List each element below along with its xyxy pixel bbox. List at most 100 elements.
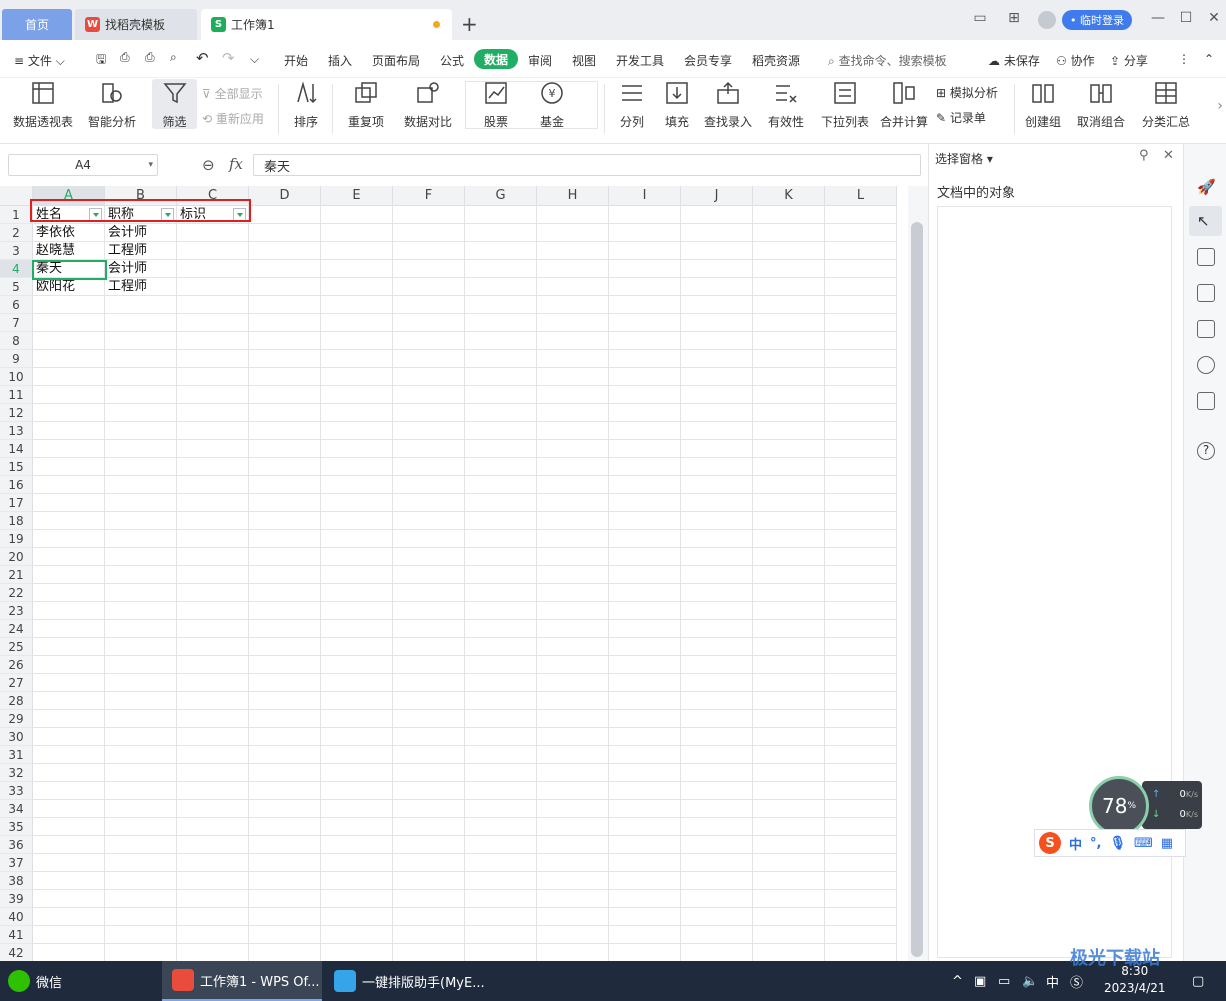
cell-B2[interactable]: 会计师 <box>105 224 177 242</box>
cell-A37[interactable] <box>33 854 105 872</box>
cell-K29[interactable] <box>753 710 825 728</box>
row-header-40[interactable]: 40 <box>0 908 33 926</box>
cell-B16[interactable] <box>105 476 177 494</box>
cell-H3[interactable] <box>537 242 609 260</box>
cell-E17[interactable] <box>321 494 393 512</box>
menu-page-layout[interactable]: 页面布局 <box>372 52 420 69</box>
cell-G35[interactable] <box>465 818 537 836</box>
cell-E13[interactable] <box>321 422 393 440</box>
help-icon[interactable]: ? <box>1197 442 1215 460</box>
cell-K30[interactable] <box>753 728 825 746</box>
cell-C19[interactable] <box>177 530 249 548</box>
cell-J40[interactable] <box>681 908 753 926</box>
cell-F2[interactable] <box>393 224 465 242</box>
cell-F7[interactable] <box>393 314 465 332</box>
cell-L36[interactable] <box>825 836 897 854</box>
cell-L1[interactable] <box>825 206 897 224</box>
row-header-10[interactable]: 10 <box>0 368 33 386</box>
ungroup-button[interactable]: 取消组合 <box>1072 80 1130 130</box>
row-header-30[interactable]: 30 <box>0 728 33 746</box>
cell-B10[interactable] <box>105 368 177 386</box>
convert-icon[interactable] <box>1197 284 1215 302</box>
cell-K9[interactable] <box>753 350 825 368</box>
cell-C4[interactable] <box>177 260 249 278</box>
cell-K39[interactable] <box>753 890 825 908</box>
cell-H1[interactable] <box>537 206 609 224</box>
cell-J17[interactable] <box>681 494 753 512</box>
cell-H12[interactable] <box>537 404 609 422</box>
row-header-12[interactable]: 12 <box>0 404 33 422</box>
cell-J19[interactable] <box>681 530 753 548</box>
column-header-F[interactable]: F <box>393 186 465 206</box>
cell-I41[interactable] <box>609 926 681 944</box>
cell-H24[interactable] <box>537 620 609 638</box>
microphone-icon[interactable]: 🎙 <box>1109 836 1126 851</box>
cell-D36[interactable] <box>249 836 321 854</box>
cell-H25[interactable] <box>537 638 609 656</box>
menu-view[interactable]: 视图 <box>572 52 596 69</box>
cell-K1[interactable] <box>753 206 825 224</box>
cell-K17[interactable] <box>753 494 825 512</box>
properties-icon[interactable] <box>1197 248 1215 266</box>
cell-B30[interactable] <box>105 728 177 746</box>
cell-K4[interactable] <box>753 260 825 278</box>
cell-G23[interactable] <box>465 602 537 620</box>
cell-A41[interactable] <box>33 926 105 944</box>
cell-K11[interactable] <box>753 386 825 404</box>
more-icon[interactable]: ⋮ <box>1178 52 1190 66</box>
cell-J37[interactable] <box>681 854 753 872</box>
cell-K21[interactable] <box>753 566 825 584</box>
cell-A27[interactable] <box>33 674 105 692</box>
cell-A12[interactable] <box>33 404 105 422</box>
row-header-2[interactable]: 2 <box>0 224 33 242</box>
cell-J36[interactable] <box>681 836 753 854</box>
cell-K41[interactable] <box>753 926 825 944</box>
cell-C40[interactable] <box>177 908 249 926</box>
cell-H2[interactable] <box>537 224 609 242</box>
cell-F38[interactable] <box>393 872 465 890</box>
cell-A25[interactable] <box>33 638 105 656</box>
cell-J30[interactable] <box>681 728 753 746</box>
subtotal-button[interactable]: 分类汇总 <box>1140 80 1192 130</box>
cell-B35[interactable] <box>105 818 177 836</box>
cell-H19[interactable] <box>537 530 609 548</box>
cell-K33[interactable] <box>753 782 825 800</box>
row-header-37[interactable]: 37 <box>0 854 33 872</box>
cell-D40[interactable] <box>249 908 321 926</box>
cell-E19[interactable] <box>321 530 393 548</box>
cell-J7[interactable] <box>681 314 753 332</box>
column-header-I[interactable]: I <box>609 186 681 206</box>
lookup-entry-button[interactable]: 查找录入 <box>702 80 754 130</box>
cell-E42[interactable] <box>321 944 393 961</box>
menu-review[interactable]: 审阅 <box>528 52 552 69</box>
cell-J9[interactable] <box>681 350 753 368</box>
cell-D25[interactable] <box>249 638 321 656</box>
cell-A30[interactable] <box>33 728 105 746</box>
cell-J15[interactable] <box>681 458 753 476</box>
cell-G30[interactable] <box>465 728 537 746</box>
cell-C3[interactable] <box>177 242 249 260</box>
menu-docer[interactable]: 稻壳资源 <box>752 52 800 69</box>
cell-D28[interactable] <box>249 692 321 710</box>
cell-D20[interactable] <box>249 548 321 566</box>
cell-G25[interactable] <box>465 638 537 656</box>
cell-C33[interactable] <box>177 782 249 800</box>
cell-G36[interactable] <box>465 836 537 854</box>
cell-D26[interactable] <box>249 656 321 674</box>
cell-B37[interactable] <box>105 854 177 872</box>
cell-H35[interactable] <box>537 818 609 836</box>
cell-J13[interactable] <box>681 422 753 440</box>
cell-F30[interactable] <box>393 728 465 746</box>
row-header-1[interactable]: 1 <box>0 206 33 224</box>
cell-C42[interactable] <box>177 944 249 961</box>
share-button[interactable]: ⇪ 分享 <box>1110 52 1148 69</box>
cell-L20[interactable] <box>825 548 897 566</box>
cell-I37[interactable] <box>609 854 681 872</box>
reapply-button[interactable]: ⟲ 重新应用 <box>202 110 264 127</box>
cell-K22[interactable] <box>753 584 825 602</box>
cell-G4[interactable] <box>465 260 537 278</box>
cell-I24[interactable] <box>609 620 681 638</box>
cell-B12[interactable] <box>105 404 177 422</box>
cell-D39[interactable] <box>249 890 321 908</box>
cell-F33[interactable] <box>393 782 465 800</box>
